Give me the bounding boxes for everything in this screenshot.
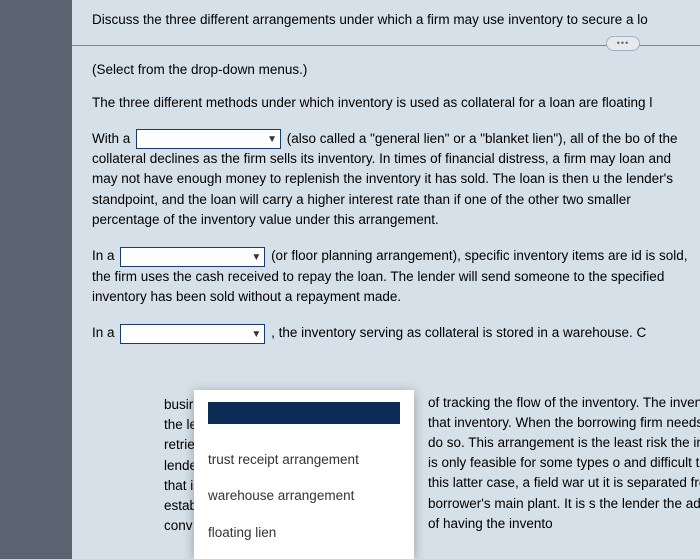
block1-prefix: With a — [92, 131, 130, 146]
page-content: Discuss the three different arrangements… — [72, 0, 700, 559]
dropdown-panel-open: trust receipt arrangement warehouse arra… — [194, 390, 414, 559]
frag-l6: estab — [164, 496, 197, 516]
block1-after: (also called a "general lien" or a "blan… — [287, 131, 640, 146]
frag-l2: the le — [164, 415, 197, 435]
dropdown-option-floating-lien[interactable]: floating lien — [208, 515, 400, 551]
paragraph-block-1: With a (also called a "general lien" or … — [92, 129, 700, 230]
paragraph-block-3: In a , the inventory serving as collater… — [92, 323, 700, 343]
frag-l3: retrie — [164, 435, 197, 455]
dropdown-1[interactable] — [136, 129, 281, 149]
frag-l7: conv — [164, 516, 197, 536]
frag-l4: lende — [164, 456, 197, 476]
show-more-button[interactable]: ••• — [606, 36, 640, 51]
question-text: Discuss the three different arrangements… — [92, 10, 700, 30]
block2-prefix: In a — [92, 248, 115, 263]
block3-prefix: In a — [92, 325, 115, 340]
block2-after: (or floor planning arrangement), specifi… — [271, 248, 642, 263]
dropdown-selected-blank[interactable] — [208, 402, 400, 424]
right-fragment-text: of tracking the flow of the inventory. T… — [428, 393, 700, 534]
dropdown-option-trust-receipt[interactable]: trust receipt arrangement — [208, 442, 400, 478]
left-clipped-column: busir the le retrie lende that i estab c… — [164, 395, 197, 536]
intro-text: The three different methods under which … — [92, 93, 700, 113]
dropdown-2[interactable] — [120, 247, 265, 267]
frag-l5: that i — [164, 476, 197, 496]
block3-after: , the inventory serving as collateral is… — [271, 325, 646, 340]
frag-l1: busir — [164, 395, 197, 415]
dropdown-option-warehouse[interactable]: warehouse arrangement — [208, 478, 400, 514]
paragraph-block-2: In a (or floor planning arrangement), sp… — [92, 246, 700, 307]
dropdown-3[interactable] — [120, 324, 265, 344]
instruction-text: (Select from the drop-down menus.) — [92, 60, 700, 80]
